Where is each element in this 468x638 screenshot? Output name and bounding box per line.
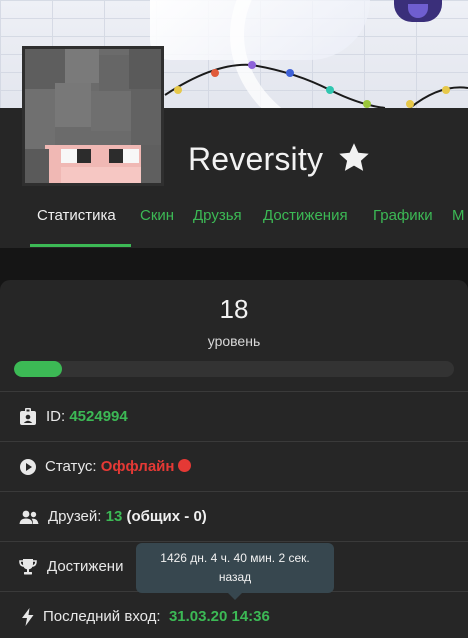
lightning-icon — [22, 608, 34, 626]
stat-row-id: ID: 4524994 — [0, 391, 468, 441]
tab-skin[interactable]: Скин — [140, 206, 174, 248]
friends-label: Друзей: — [48, 508, 102, 525]
active-tab-indicator — [30, 244, 131, 247]
last-login-label: Последний вход: — [43, 608, 161, 625]
id-card-icon — [20, 408, 36, 425]
tab-friends[interactable]: Друзья — [193, 206, 242, 248]
id-label: ID: — [46, 408, 66, 425]
tooltip-line-1: 1426 дн. 4 ч. 40 мин. 2 сек. — [160, 551, 310, 565]
stat-row-status: Статус: Оффлайн — [0, 441, 468, 491]
offline-indicator-dot — [178, 459, 192, 472]
tab-statistics[interactable]: Статистика — [37, 206, 116, 248]
stat-row-friends: Друзей: 13 (общих - 0) — [0, 491, 468, 541]
status-value: Оффлайн — [100, 458, 175, 475]
tooltip-line-2: назад — [218, 570, 252, 584]
last-login-tooltip: 1426 дн. 4 ч. 40 мин. 2 сек. назад — [136, 543, 334, 600]
id-value: 4524994 — [69, 408, 128, 425]
level-progress-fill — [14, 361, 63, 377]
avatar[interactable] — [22, 46, 164, 186]
friends-common: (общих - 0) — [126, 508, 207, 525]
tab-more[interactable]: М — [452, 206, 465, 248]
profile-tabs: Статистика Скин Друзья Достижения График… — [0, 206, 468, 248]
level-value: 18 — [219, 294, 249, 324]
tab-graphs[interactable]: Графики — [373, 206, 433, 248]
trophy-icon — [19, 559, 37, 575]
play-circle-icon — [20, 459, 36, 475]
achievements-label: Достижени — [47, 558, 124, 575]
level-progress-bar — [14, 361, 454, 377]
star-icon[interactable] — [336, 140, 372, 176]
level-label: уровень — [207, 333, 261, 349]
friends-count: 13 — [105, 508, 123, 525]
tab-achievements[interactable]: Достижения — [263, 206, 348, 248]
username: Reversity — [188, 141, 324, 177]
users-icon — [19, 510, 39, 524]
status-label: Статус: — [45, 458, 97, 475]
last-login-value[interactable]: 31.03.20 14:36 — [169, 608, 270, 625]
